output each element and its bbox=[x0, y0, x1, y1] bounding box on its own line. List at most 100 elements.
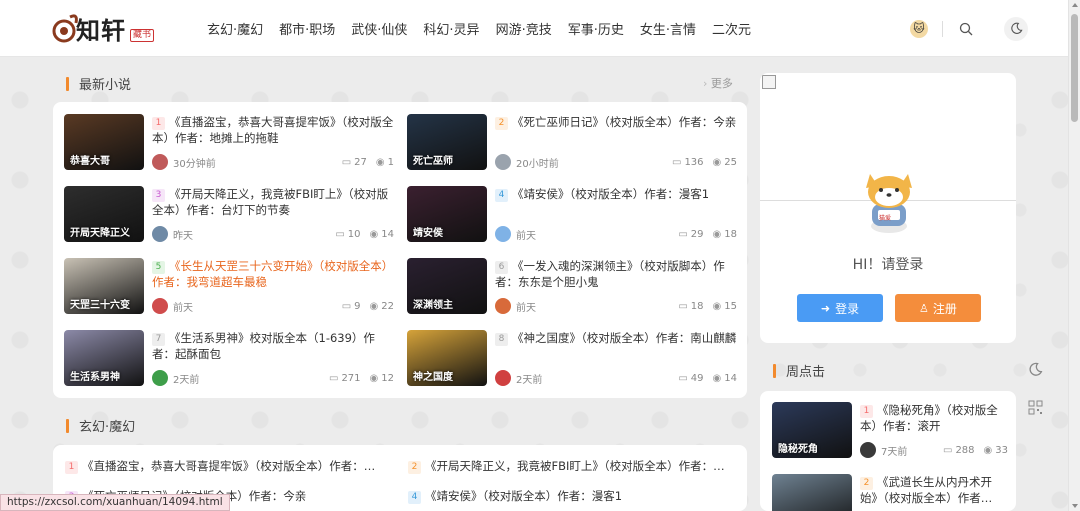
book-cover-image[interactable]: 靖安侯 bbox=[407, 186, 487, 242]
view-count: 14 bbox=[381, 228, 394, 240]
book-title-link[interactable]: 7 《生活系男神》校对版全本（1-639）作者：起酥面包 bbox=[152, 330, 394, 362]
book-info: 3 《开局天降正义，我竟被FBI盯上》（校对版全本）作者：台灯下的节奏 bbox=[152, 186, 394, 218]
book-card[interactable]: 2 《武道长生从内丹术开始》（校对版全本）作者… bbox=[772, 474, 1008, 511]
book-title-link[interactable]: 3 《开局天降正义，我竟被FBI盯上》（校对版全本）作者：台灯下的节奏 bbox=[152, 186, 394, 218]
scroll-thumb[interactable] bbox=[1071, 14, 1078, 122]
book-card[interactable]: 深渊领主 6 《一发入魂的深渊领主》（校对版脚本）作者：东东是个胆小鬼 前天 ▭ 18 ◉ 1… bbox=[407, 258, 737, 316]
nav-item[interactable]: 玄幻·魔幻 bbox=[207, 19, 263, 38]
nav-item[interactable]: 科幻·灵异 bbox=[423, 19, 479, 38]
more-link[interactable]: › 更多 bbox=[703, 75, 733, 91]
nav-item[interactable]: 女生·言情 bbox=[640, 19, 696, 38]
comment-count: 10 bbox=[347, 228, 361, 240]
nav-item[interactable]: 网游·竞技 bbox=[496, 19, 552, 38]
author-avatar[interactable] bbox=[495, 370, 511, 386]
nav-item[interactable]: 军事·历史 bbox=[568, 19, 624, 38]
theme-toggle-icon[interactable] bbox=[1026, 360, 1044, 378]
divider bbox=[942, 20, 943, 37]
author-avatar[interactable] bbox=[495, 298, 511, 314]
author-avatar[interactable] bbox=[152, 154, 168, 170]
cover-title-text: 生活系男神 bbox=[70, 372, 120, 383]
book-list-item[interactable]: 1 《直播盗宝，恭喜大哥喜提牢饭》（校对版全本）作者：地摊上的拖鞋 bbox=[65, 458, 385, 474]
book-card[interactable]: 神之国度 8 《神之国度》（校对版全本）作者：南山麒麟 2天前 ▭ 49 ◉ 14 bbox=[407, 330, 737, 388]
book-title-link[interactable]: 4 《靖安侯》（校对版全本）作者：漫客1 bbox=[495, 186, 737, 218]
rank-badge: 1 bbox=[860, 405, 873, 418]
book-list-item[interactable]: 4 《靖安侯》（校对版全本）作者：漫客1 bbox=[408, 488, 728, 504]
book-card[interactable]: 生活系男神 7 《生活系男神》校对版全本（1-639）作者：起酥面包 2天前 ▭ 271 ◉… bbox=[64, 330, 394, 388]
rank-badge: 2 bbox=[495, 117, 508, 130]
eye-icon: ◉ bbox=[712, 372, 722, 384]
nav-item[interactable]: 二次元 bbox=[712, 19, 751, 38]
book-cover-image[interactable]: 天罡三十六变 bbox=[64, 258, 144, 314]
book-meta: 30分钟前 ▭ 27 ◉ 1 bbox=[152, 153, 394, 171]
dark-mode-icon[interactable] bbox=[1004, 16, 1028, 41]
book-card[interactable]: 开局天降正义 3 《开局天降正义，我竟被FBI盯上》（校对版全本）作者：台灯下的节奏… bbox=[64, 186, 394, 244]
scroll-up-arrow-icon[interactable] bbox=[1072, 3, 1078, 7]
author-avatar[interactable] bbox=[152, 226, 168, 242]
cover-title-text: 恭喜大哥 bbox=[70, 156, 110, 167]
rank-badge: 1 bbox=[152, 117, 165, 130]
author-avatar[interactable] bbox=[152, 370, 168, 386]
author-avatar[interactable] bbox=[495, 226, 511, 242]
accent-bar bbox=[773, 363, 776, 378]
author-avatar[interactable] bbox=[495, 154, 511, 170]
search-icon[interactable] bbox=[957, 20, 975, 38]
book-title-link[interactable]: 2 《死亡巫师日记》（校对版全本）作者：今亲 bbox=[495, 114, 737, 146]
status-bar-url: https://zxcsol.com/xuanhuan/14094.html bbox=[0, 494, 230, 511]
post-time: 2天前 bbox=[516, 374, 543, 386]
register-button-label: 注册 bbox=[932, 301, 957, 316]
book-cover-image[interactable]: 神之国度 bbox=[407, 330, 487, 386]
book-title-link[interactable]: 1 《隐秘死角》（校对版全本）作者：滚开 bbox=[860, 402, 1008, 434]
book-title-text: 《开局天降正义，我竟被FBI盯上》（校对版全本）作者：台灯下的节奏 bbox=[152, 187, 389, 217]
book-card[interactable]: 天罡三十六变 5 《长生从天罡三十六变开始》（校对版全本）作者：我弯道超车最稳前天 ▭… bbox=[64, 258, 394, 316]
book-info: 2 《武道长生从内丹术开始》（校对版全本）作者… bbox=[860, 474, 1008, 506]
book-title-link[interactable]: 1 《直播盗宝，恭喜大哥喜提牢饭》（校对版全本）作者：地摊上的拖鞋 bbox=[152, 114, 394, 146]
rank-badge: 2 bbox=[860, 477, 873, 490]
book-info: 1 《直播盗宝，恭喜大哥喜提牢饭》（校对版全本）作者：地摊上的拖鞋 bbox=[152, 114, 394, 146]
page-scrollbar[interactable] bbox=[1068, 0, 1080, 511]
book-cover-image[interactable]: 生活系男神 bbox=[64, 330, 144, 386]
book-cover-image[interactable] bbox=[772, 474, 852, 511]
rank-badge: 7 bbox=[152, 333, 165, 346]
view-count: 14 bbox=[724, 372, 737, 384]
more-link-label: 更多 bbox=[710, 77, 733, 90]
nav-item[interactable]: 武侠·仙侠 bbox=[351, 19, 407, 38]
book-cover-image[interactable]: 深渊领主 bbox=[407, 258, 487, 314]
book-title-link[interactable]: 6 《一发入魂的深渊领主》（校对版脚本）作者：东东是个胆小鬼 bbox=[495, 258, 737, 290]
scroll-down-arrow-icon[interactable] bbox=[1072, 504, 1078, 508]
accent-bar bbox=[66, 418, 69, 433]
site-logo[interactable]: 知轩 藏书 bbox=[50, 9, 155, 47]
book-cover-image[interactable]: 隐秘死角 bbox=[772, 402, 852, 458]
author-avatar[interactable] bbox=[860, 442, 876, 458]
login-card: 猫爱 HI！请登录 ➜ 登录 ♙ 注册 bbox=[760, 73, 1016, 343]
book-cover-image[interactable]: 死亡巫师 bbox=[407, 114, 487, 170]
book-cover-image[interactable]: 恭喜大哥 bbox=[64, 114, 144, 170]
user-avatar-icon[interactable]: 🐱 bbox=[910, 19, 928, 38]
author-avatar[interactable] bbox=[152, 298, 168, 314]
book-title-text: 《武道长生从内丹术开始》（校对版全本）作者… bbox=[860, 475, 993, 505]
register-button[interactable]: ♙ 注册 bbox=[895, 294, 981, 322]
section-title-latest: 最新小说 bbox=[66, 74, 131, 93]
section-title-weekly: 周点击 bbox=[773, 361, 825, 380]
book-meta: 前天 ▭ 9 ◉ 22 bbox=[152, 297, 394, 315]
book-list-item[interactable]: 2 《开局天降正义，我竟被FBI盯上》（校对版全本）作者：台灯下的节奏 bbox=[408, 458, 728, 474]
book-info: 5 《长生从天罡三十六变开始》（校对版全本）作者：我弯道超车最稳 bbox=[152, 258, 394, 290]
book-title-link[interactable]: 5 《长生从天罡三十六变开始》（校对版全本）作者：我弯道超车最稳 bbox=[152, 258, 394, 290]
nav-item[interactable]: 都市·职场 bbox=[279, 19, 335, 38]
qrcode-icon[interactable] bbox=[1026, 398, 1044, 416]
book-cover-image[interactable]: 开局天降正义 bbox=[64, 186, 144, 242]
book-title-text: 《隐秘死角》（校对版全本）作者：滚开 bbox=[860, 403, 998, 433]
book-card[interactable]: 隐秘死角 1 《隐秘死角》（校对版全本）作者：滚开 7天前 ▭ 288 ◉ 33 bbox=[772, 402, 1008, 460]
book-title-link[interactable]: 2 《武道长生从内丹术开始》（校对版全本）作者… bbox=[860, 474, 1008, 506]
book-title-text: 《长生从天罡三十六变开始》（校对版全本）作者：我弯道超车最稳 bbox=[152, 259, 394, 289]
eye-icon: ◉ bbox=[375, 156, 385, 168]
book-card[interactable]: 恭喜大哥 1 《直播盗宝，恭喜大哥喜提牢饭》（校对版全本）作者：地摊上的拖鞋 30分钟… bbox=[64, 114, 394, 172]
login-button[interactable]: ➜ 登录 bbox=[797, 294, 883, 322]
book-card[interactable]: 死亡巫师 2 《死亡巫师日记》（校对版全本）作者：今亲 20小时前 ▭ 136 ◉ 25 bbox=[407, 114, 737, 172]
book-title-link[interactable]: 8 《神之国度》（校对版全本）作者：南山麒麟 bbox=[495, 330, 737, 362]
cover-title-text: 天罡三十六变 bbox=[70, 300, 130, 311]
rank-badge: 6 bbox=[495, 261, 508, 274]
comment-count: 271 bbox=[341, 372, 361, 384]
accent-bar bbox=[66, 76, 69, 91]
book-info: 6 《一发入魂的深渊领主》（校对版脚本）作者：东东是个胆小鬼 bbox=[495, 258, 737, 290]
book-card[interactable]: 靖安侯 4 《靖安侯》（校对版全本）作者：漫客1 前天 ▭ 29 ◉ 18 bbox=[407, 186, 737, 244]
